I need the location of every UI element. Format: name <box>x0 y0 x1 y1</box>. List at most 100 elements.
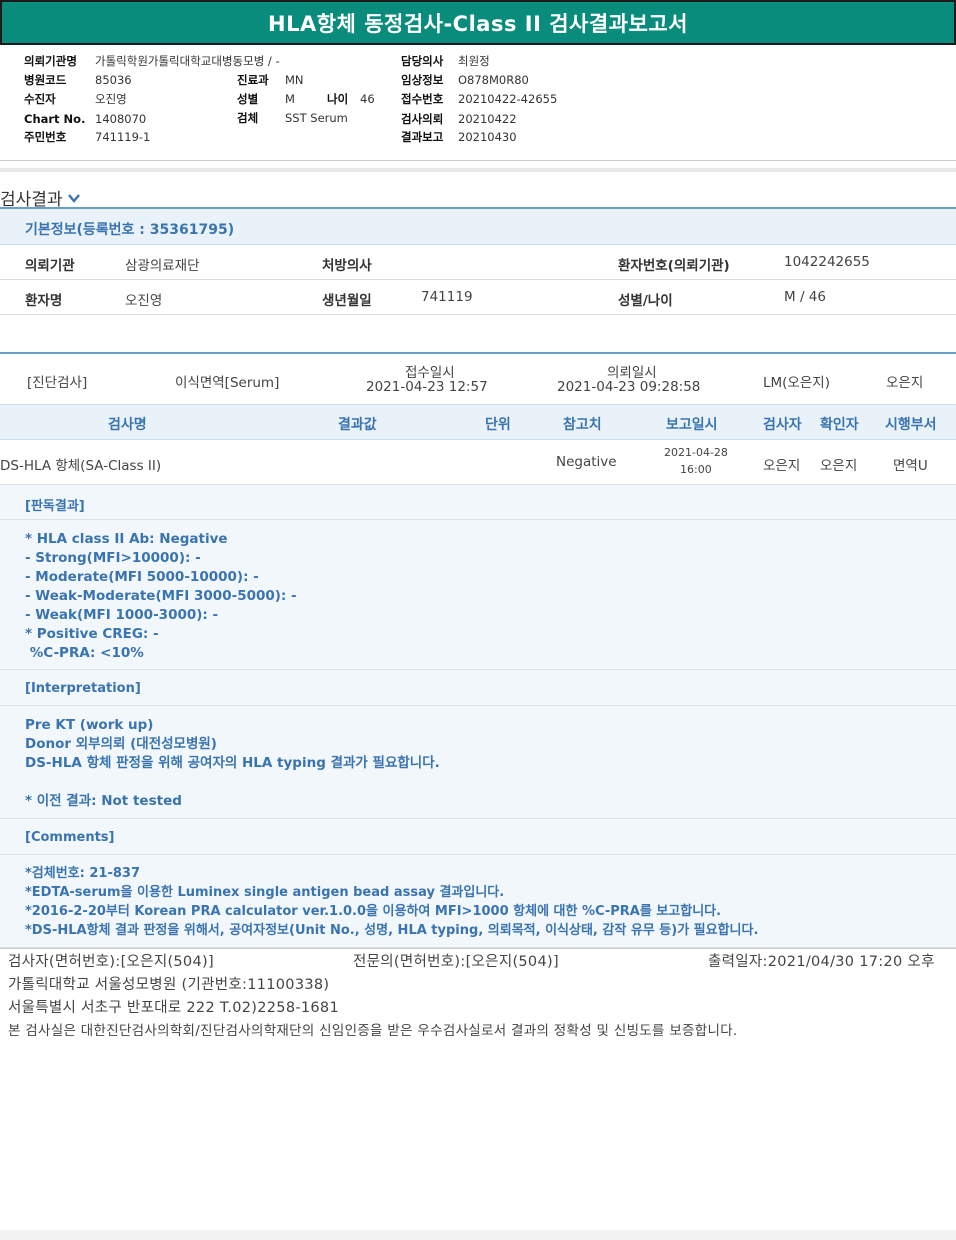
header-label: 임상정보 <box>401 73 444 87</box>
info-label: 환자번호(의뢰기관) <box>618 258 730 274</box>
header-value: 가톨릭학원가톨릭대학교대병동모병 / - <box>95 54 280 68</box>
header-value: SST Serum <box>285 111 348 125</box>
footer-address-text: 서울특별시 서초구 반포대로 222 T.02)2258-1681 <box>8 1000 339 1016</box>
basic-info-title: 기본정보(등록번호 : 35361795) <box>25 222 235 238</box>
tester-name: 오은지 <box>763 458 801 474</box>
info-row: 환자명 오진영 생년월일 741119 성별/나이 M / 46 <box>0 280 956 315</box>
header-value: O878M0R80 <box>458 73 529 87</box>
comment-line: *DS-HLA항체 결과 판정을 위해서, 공여자정보(Unit No., 성명… <box>25 923 759 938</box>
basic-info-header: 기본정보(등록번호 : 35361795) <box>0 209 956 245</box>
footer-tester: 검사자(면허번호):[오은지(504)] <box>8 954 214 970</box>
header-value: 85036 <box>95 73 132 87</box>
header-value: 46 <box>360 92 375 106</box>
received-datetime: 2021-04-23 12:57 <box>366 379 488 395</box>
header-value: 오진영 <box>95 92 127 106</box>
reading-line: - Moderate(MFI 5000-10000): - <box>25 569 259 585</box>
header-value: 20210430 <box>458 130 517 144</box>
footer-certification-text: 본 검사실은 대한진단검사의학회/진단검사의학재단의 신임인증을 받은 우수검사… <box>8 1023 738 1039</box>
header-value: 741119-1 <box>95 130 151 144</box>
reading-line: * HLA class II Ab: Negative <box>25 531 228 547</box>
header-value: 20210422 <box>458 112 517 126</box>
header-label: Chart No. <box>24 112 86 126</box>
divider <box>0 160 956 161</box>
header-label: 접수번호 <box>401 92 444 106</box>
info-label: 환자명 <box>25 293 63 309</box>
reading-line: - Strong(MFI>10000): - <box>25 550 201 566</box>
footer-print-date: 출력일자:2021/04/30 17:20 오후 <box>708 954 935 970</box>
test-name: DS-HLA 항체(SA-Class II) <box>0 458 162 474</box>
department-name: 면역U <box>893 458 928 474</box>
received-label: 접수일시 <box>405 365 455 381</box>
result-table-header: 검사명 결과값 단위 참고치 보고일시 검사자 확인자 시행부서 <box>0 404 956 440</box>
interpretation-header: [Interpretation] <box>0 670 956 706</box>
confirmer-name: 오은지 <box>820 458 858 474</box>
page-bottom-bar <box>0 1230 956 1240</box>
info-label: 성별/나이 <box>618 293 673 309</box>
info-value: 오진영 <box>125 293 163 309</box>
column-header-tester: 검사자 <box>763 417 802 433</box>
interpretation-body: Pre KT (work up) Donor 외부의뢰 (대전성모병원) DS-… <box>0 706 956 819</box>
header-label: 주민번호 <box>24 130 67 144</box>
interpretation-line <box>25 773 956 792</box>
reading-header: [판독결과] <box>0 485 956 520</box>
footer-hospital-name: 가톨릭대학교 서울성모병원 (기관번호:11100338) <box>8 977 330 993</box>
header-label: 검체 <box>237 111 259 125</box>
table-row: DS-HLA 항체(SA-Class II) Negative 2021-04-… <box>0 440 956 485</box>
divider <box>0 948 956 949</box>
reading-line: %C-PRA: <10% <box>25 645 144 661</box>
reading-line: * Positive CREG: - <box>25 626 159 642</box>
requested-label: 의뢰일시 <box>607 365 657 381</box>
comment-line: *검체번호: 21-837 <box>25 866 140 881</box>
info-row: 의뢰기관 삼광의료재단 처방의사 환자번호(의뢰기관) 1042242655 <box>0 245 956 280</box>
requested-datetime: 2021-04-23 09:28:58 <box>557 379 701 395</box>
reading-line: - Weak-Moderate(MFI 3000-5000): - <box>25 588 297 604</box>
column-header-result: 결과값 <box>338 417 377 433</box>
header-value: MN <box>285 73 304 87</box>
report-title-bar: HLA항체 동정검사-Class II 검사결과보고서 <box>0 0 956 45</box>
report-time: 16:00 <box>680 463 712 476</box>
header-label: 병원코드 <box>24 73 67 87</box>
order-department: 이식면역[Serum] <box>175 375 280 391</box>
reading-body: * HLA class II Ab: Negative - Strong(MFI… <box>0 520 956 670</box>
info-label: 의뢰기관 <box>25 258 75 274</box>
info-value: 1042242655 <box>784 254 870 270</box>
column-header-unit: 단위 <box>485 417 511 433</box>
comment-line: *2016-2-20부터 Korean PRA calculator ver.1… <box>25 904 722 919</box>
header-label: 수진자 <box>24 92 56 106</box>
column-header-reference: 참고치 <box>563 417 602 433</box>
order-tester: LM(오은지) <box>763 375 830 391</box>
interpretation-line: Pre KT (work up) <box>25 717 154 733</box>
info-value: 삼광의료재단 <box>125 258 200 274</box>
reference-value: Negative <box>556 454 617 470</box>
column-header-test-name: 검사명 <box>108 417 147 433</box>
column-header-department: 시행부서 <box>885 417 937 433</box>
footer-specialist: 전문의(면허번호):[오은지(504)] <box>353 954 559 970</box>
header-label: 검사의뢰 <box>401 112 444 126</box>
interpretation-line: Donor 외부의뢰 (대전성모병원) <box>25 736 217 752</box>
comments-body: *검체번호: 21-837 *EDTA-serum을 이용한 Luminex s… <box>0 855 956 948</box>
info-value: 741119 <box>421 289 473 305</box>
comment-line: *EDTA-serum을 이용한 Luminex single antigen … <box>25 885 505 900</box>
header-label: 진료과 <box>237 73 269 87</box>
order-row: [진단검사] 이식면역[Serum] 접수일시 2021-04-23 12:57… <box>0 354 956 404</box>
column-header-report-date: 보고일시 <box>666 417 718 433</box>
report-title: HLA항체 동정검사-Class II 검사결과보고서 <box>268 11 688 36</box>
order-confirmer: 오은지 <box>886 375 924 391</box>
reading-line: - Weak(MFI 1000-3000): - <box>25 607 219 623</box>
interpretation-title: [Interpretation] <box>25 681 141 696</box>
info-label: 생년월일 <box>322 293 372 309</box>
comments-title: [Comments] <box>25 830 115 845</box>
interpretation-line: DS-HLA 항체 판정을 위해 공여자의 HLA typing 결과가 필요합… <box>25 755 440 771</box>
chevron-down-icon <box>67 193 80 203</box>
divider <box>0 168 956 172</box>
report-date: 2021-04-28 <box>664 446 728 459</box>
info-label: 처방의사 <box>322 258 372 274</box>
order-category: [진단검사] <box>27 375 88 391</box>
reading-title: [판독결과] <box>25 499 85 514</box>
info-value: M / 46 <box>784 289 826 305</box>
header-value: M <box>285 92 295 106</box>
header-value: 20210422-42655 <box>458 92 558 106</box>
interpretation-line: * 이전 결과: Not tested <box>25 793 182 809</box>
header-value: 최원정 <box>458 54 490 68</box>
column-header-confirmer: 확인자 <box>820 417 859 433</box>
